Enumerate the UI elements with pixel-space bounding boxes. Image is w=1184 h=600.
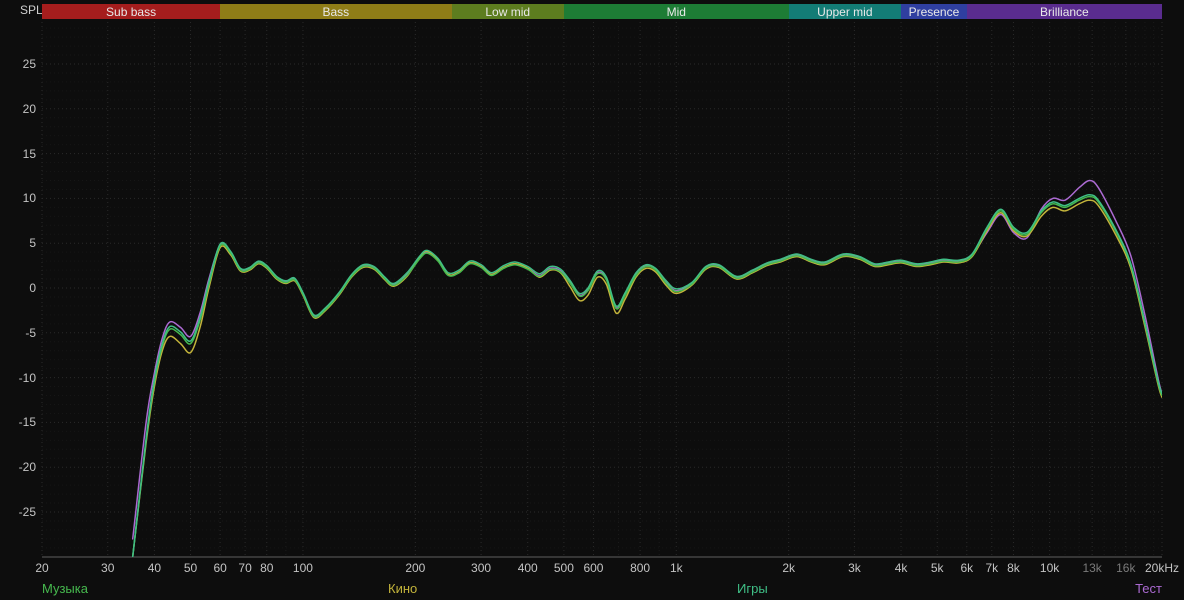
- x-tick-label: 4k: [894, 561, 908, 575]
- x-tick-label: 10k: [1039, 561, 1060, 575]
- x-tick-label: 80: [260, 561, 274, 575]
- x-tick-label: 20: [35, 561, 49, 575]
- x-tick-label: 5k: [930, 561, 944, 575]
- x-tick-label: 70: [238, 561, 252, 575]
- x-tick-label: 7k: [985, 561, 999, 575]
- curve-movies: [131, 199, 1162, 557]
- x-tick-label: 40: [147, 561, 162, 575]
- y-tick-label: -25: [18, 505, 36, 519]
- x-tick-label: 3k: [848, 561, 861, 575]
- legend-item-test[interactable]: Тест: [1135, 581, 1162, 596]
- legend-item-games[interactable]: Игры: [737, 581, 768, 596]
- x-tick-label: 800: [630, 561, 651, 575]
- x-tick-label: 13k: [1082, 561, 1102, 575]
- x-tick-label: 50: [183, 561, 198, 575]
- x-tick-label: 100: [292, 561, 313, 575]
- legend-item-music[interactable]: Музыка: [42, 581, 88, 596]
- curve-games: [131, 194, 1162, 557]
- x-tick-label: 60: [213, 561, 227, 575]
- y-tick-label: 15: [22, 146, 36, 161]
- curve-test: [131, 179, 1162, 540]
- legend-item-movies[interactable]: Кино: [388, 581, 417, 596]
- frequency-response-chart: SPL Sub bass Bass Low mid Mid Upper mid Prese…: [0, 0, 1184, 600]
- plot-area: [41, 22, 1163, 558]
- x-tick-label: 300: [471, 561, 492, 575]
- y-tick-label: -15: [18, 415, 36, 430]
- x-tick-label: 500: [553, 561, 574, 575]
- y-tick-label: 10: [22, 191, 36, 206]
- y-tick-label: 20: [22, 101, 36, 116]
- x-tick-label: 8k: [1007, 561, 1020, 575]
- x-tick-label: 2k: [782, 561, 795, 575]
- y-tick-label: -20: [18, 460, 36, 475]
- y-tick-label: 0: [29, 281, 36, 295]
- x-tick-label: 1k: [669, 561, 683, 575]
- y-tick-label: -10: [18, 370, 36, 385]
- x-tick-label: 6k: [960, 561, 974, 575]
- x-tick-label: 600: [583, 561, 604, 575]
- x-tick-label: 16k: [1116, 561, 1136, 575]
- x-tick-label: 200: [405, 561, 426, 575]
- curve-music: [131, 195, 1162, 557]
- x-tick-label: 30: [101, 561, 115, 575]
- y-tick-label: 25: [22, 57, 36, 71]
- y-tick-label: -5: [25, 325, 36, 340]
- y-tick-label: 5: [29, 236, 36, 251]
- x-tick-label: 20kHz: [1144, 561, 1180, 575]
- x-tick-label: 400: [517, 561, 538, 575]
